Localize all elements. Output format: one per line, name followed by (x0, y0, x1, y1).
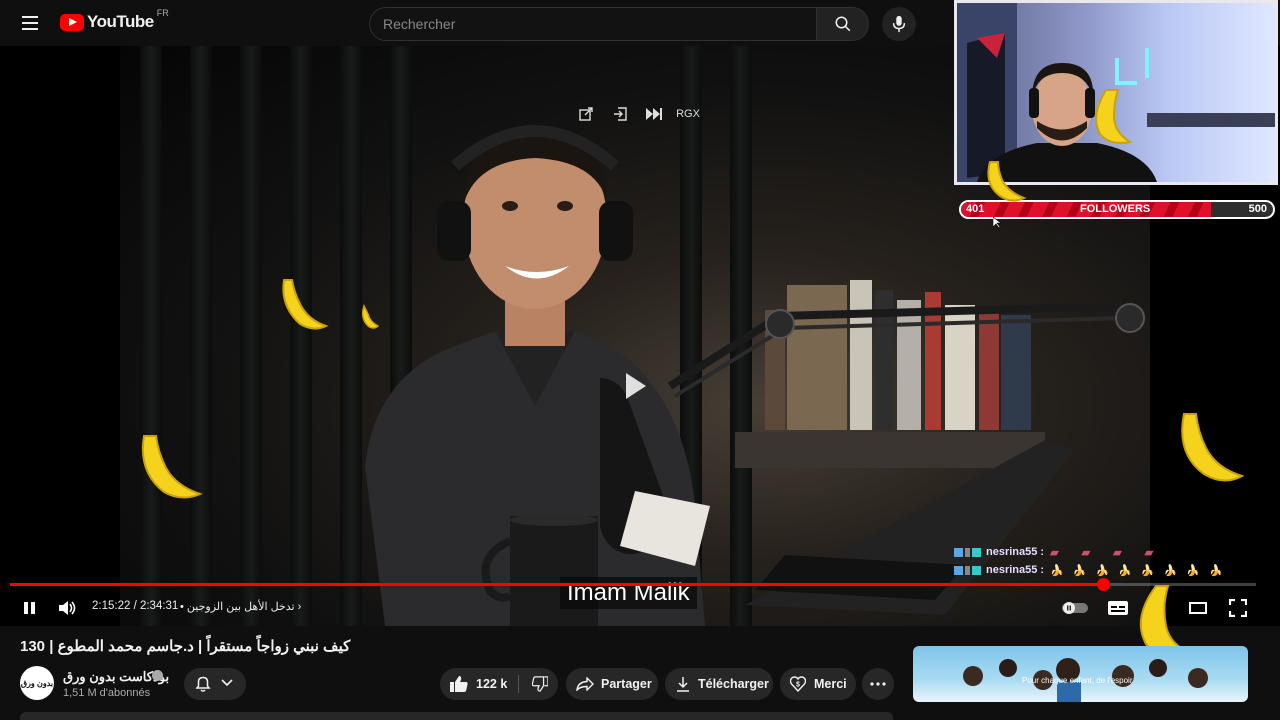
download-label: Télécharger (698, 677, 769, 691)
share-button[interactable]: Partager (566, 668, 658, 700)
stream-chat: nesrina55 : ▰ ▰ ▰ ▰ nesrina55 : 🍌🍌🍌🍌🍌🍌🍌🍌 (954, 543, 1232, 579)
youtube-logo[interactable]: YouTube FR (60, 8, 169, 32)
subtitles-icon (1108, 601, 1128, 615)
hamburger-menu-icon[interactable] (14, 10, 46, 36)
chevron-down-icon (221, 679, 233, 687)
channel-avatar[interactable]: بدون ورق (20, 666, 54, 700)
chapter-title[interactable]: • تدخل الأهل بين الزوجين › (180, 600, 301, 613)
logo-text: YouTube (87, 12, 154, 31)
popout-icon[interactable] (576, 104, 596, 124)
ad-banner[interactable] (913, 646, 1248, 702)
banana-emote-icon (282, 279, 329, 330)
banana-emote-icon (987, 161, 1027, 202)
search-button[interactable] (816, 7, 869, 41)
country-code: FR (156, 8, 169, 18)
fullscreen-button[interactable] (1224, 594, 1252, 622)
voice-search-button[interactable] (882, 7, 916, 41)
ad-text: Pour chaque enfant, de l'espoir (1022, 676, 1133, 685)
enter-icon[interactable] (610, 104, 630, 124)
followers-current: 401 (966, 203, 985, 215)
youtube-play-icon (60, 13, 84, 31)
microphone-icon (892, 15, 906, 33)
notification-bell-button[interactable] (184, 668, 246, 700)
followers-label: FOLLOWERS (1080, 203, 1151, 215)
chat-text: ▰ ▰ ▰ ▰ (1050, 546, 1164, 559)
chat-message: nesrina55 : 🍌🍌🍌🍌🍌🍌🍌🍌 (954, 561, 1232, 579)
search-icon (835, 16, 850, 32)
search-box (369, 7, 817, 41)
subscriber-count: 1,51 M d'abonnés (63, 687, 151, 699)
share-label: Partager (601, 677, 652, 691)
ad-sponsor-row (913, 706, 1248, 720)
pause-button[interactable] (16, 594, 44, 622)
thanks-button[interactable]: $ Merci (780, 668, 856, 700)
chat-username: nesrina55 : (986, 546, 1045, 558)
search-input[interactable] (370, 8, 816, 40)
center-play-icon[interactable] (612, 364, 656, 408)
super-thanks-icon: $ (790, 676, 806, 692)
dislike-button[interactable] (524, 668, 556, 700)
like-count: 122 k (476, 677, 508, 691)
chapter-label: • تدخل الأهل بين الزوجين (180, 601, 295, 613)
banana-emote-icon (141, 435, 203, 499)
volume-icon (59, 601, 76, 615)
banana-emote-icon (361, 304, 380, 329)
skip-forward-icon[interactable] (644, 104, 664, 124)
fullscreen-icon (1229, 599, 1247, 617)
autoplay-toggle[interactable] (1060, 594, 1090, 622)
video-title: 130 | كيف نبني زواجاً مستقراً | د.جاسم م… (20, 638, 351, 655)
description-box[interactable] (20, 712, 893, 720)
like-dislike-group: 122 k (440, 668, 558, 700)
download-icon (677, 677, 689, 692)
chat-badges-icon (954, 547, 986, 557)
player-overlay-tools: RGX (576, 104, 700, 124)
followers-goal: 500 (1248, 203, 1267, 215)
chevron-right-icon: › (297, 601, 302, 613)
video-progress-bar[interactable] (10, 578, 1256, 591)
banana-emote-icon (1181, 413, 1244, 482)
download-button[interactable]: Télécharger (665, 668, 773, 700)
chat-message: nesrina55 : ▰ ▰ ▰ ▰ (954, 543, 1232, 561)
pause-icon (24, 602, 35, 614)
share-icon (576, 677, 594, 691)
more-actions-button[interactable] (862, 668, 894, 700)
ad-image (963, 658, 1208, 702)
thanks-label: Merci (814, 677, 847, 691)
player-controls: 2:15:22 / 2:34:31 • تدخل الأهل بين الزوج… (0, 590, 1280, 626)
chat-username: nesrina55 : (986, 564, 1045, 576)
time-display: 2:15:22 / 2:34:31 (92, 600, 179, 612)
svg-text:$: $ (796, 682, 800, 689)
chat-text: 🍌🍌🍌🍌🍌🍌🍌🍌 (1050, 564, 1232, 577)
like-button[interactable]: 122 k (440, 668, 518, 700)
chat-badges-icon (954, 565, 986, 575)
banana-emote-icon (1095, 89, 1133, 144)
more-horizontal-icon (870, 682, 886, 686)
progress-played (10, 583, 1103, 586)
volume-button[interactable] (53, 594, 81, 622)
verified-check-icon (152, 670, 163, 681)
rgx-button[interactable]: RGX (676, 104, 700, 124)
bell-icon (195, 676, 211, 692)
thumbs-down-icon (532, 676, 548, 692)
laptop (745, 440, 1075, 615)
mouse-cursor-icon (993, 217, 1001, 229)
thumbs-up-icon (450, 676, 468, 692)
autoplay-icon (1062, 602, 1088, 614)
